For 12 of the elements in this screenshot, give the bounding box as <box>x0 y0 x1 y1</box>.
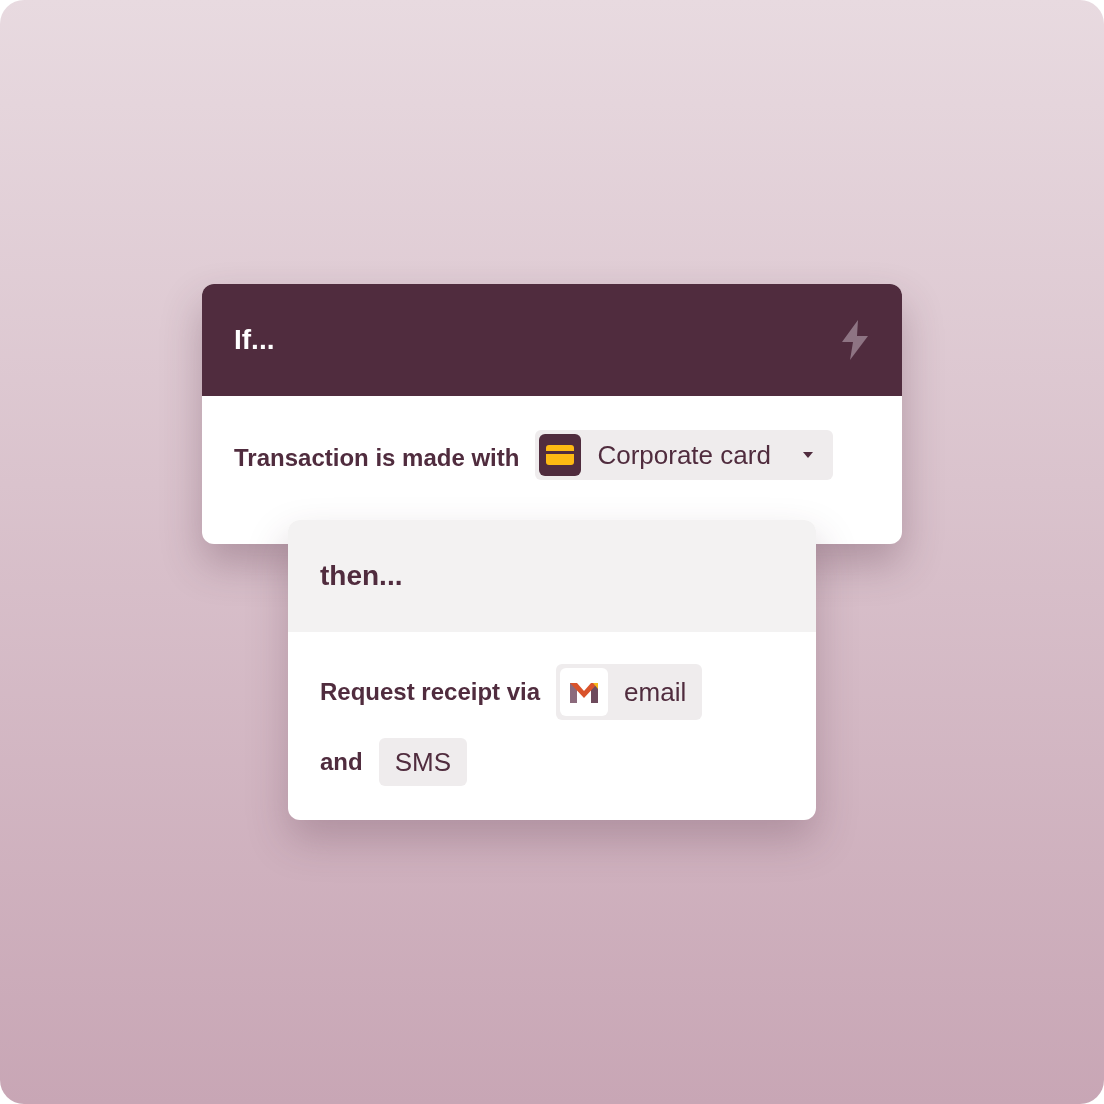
mail-logo-icon <box>560 668 609 716</box>
condition-text: Transaction is made with <box>234 443 520 473</box>
lightning-icon <box>840 320 870 360</box>
channel-chip[interactable]: email <box>556 664 703 720</box>
trigger-title: If... <box>234 323 275 357</box>
card-dropdown[interactable]: Corporate card <box>535 430 833 480</box>
action-title: then... <box>320 559 403 593</box>
credit-card-icon <box>539 434 582 476</box>
caret-icon <box>802 452 813 458</box>
channel-chip[interactable]: SMS <box>378 738 467 786</box>
action-text: and <box>320 747 363 777</box>
action-text: Request receipt via <box>320 677 541 707</box>
